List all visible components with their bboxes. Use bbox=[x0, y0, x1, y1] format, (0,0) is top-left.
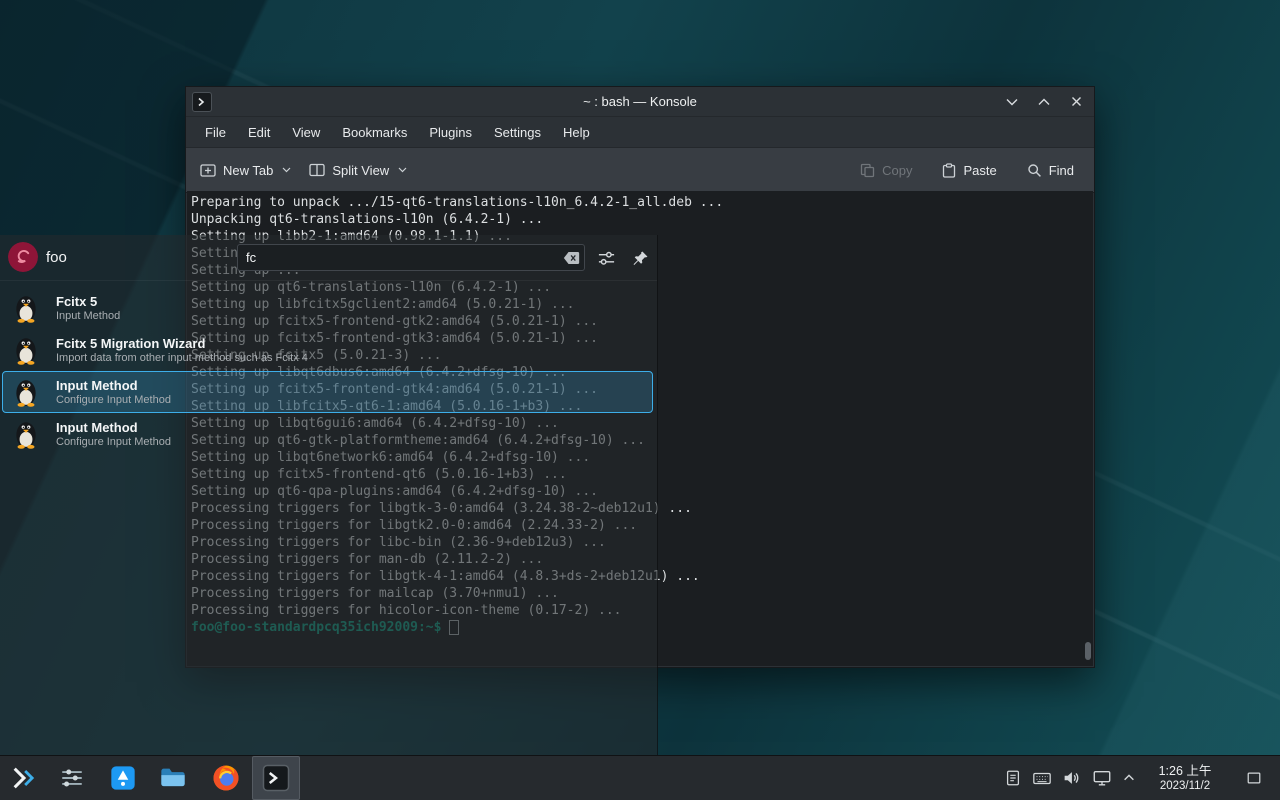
launcher-result-item[interactable]: Input Method Configure Input Method bbox=[2, 413, 653, 455]
terminal-scrollbar-thumb[interactable] bbox=[1085, 642, 1091, 660]
menu-item[interactable]: File bbox=[194, 120, 237, 145]
user-avatar[interactable] bbox=[8, 242, 38, 272]
window-title: ~ : bash — Konsole bbox=[583, 94, 697, 109]
result-title: Fcitx 5 bbox=[56, 294, 120, 309]
paste-button[interactable]: Paste bbox=[942, 163, 996, 178]
window-titlebar[interactable]: ~ : bash — Konsole bbox=[186, 87, 1094, 117]
display-button[interactable] bbox=[1088, 756, 1116, 800]
minimize-icon[interactable] bbox=[1004, 94, 1020, 110]
copy-label: Copy bbox=[882, 163, 912, 178]
volume-icon bbox=[1061, 768, 1081, 788]
notifications-icon bbox=[1004, 769, 1022, 787]
konsole-window-icon bbox=[192, 92, 212, 112]
screen: ~ : bash — Konsole File Edit View bbox=[0, 0, 1280, 800]
konsole-icon bbox=[261, 763, 291, 793]
result-subtitle: Input Method bbox=[56, 310, 120, 323]
chevron-down-icon bbox=[398, 167, 407, 173]
result-title: Fcitx 5 Migration Wizard bbox=[56, 336, 308, 351]
result-subtitle: Configure Input Method bbox=[56, 436, 171, 449]
split-view-label: Split View bbox=[332, 163, 389, 178]
menu-item[interactable]: Help bbox=[552, 120, 601, 145]
clear-text-icon[interactable] bbox=[563, 249, 580, 266]
split-view-icon bbox=[309, 163, 325, 177]
firefox-icon bbox=[211, 763, 241, 793]
search-input[interactable] bbox=[237, 244, 585, 271]
keyboard-button[interactable] bbox=[1028, 756, 1056, 800]
tux-linux-icon bbox=[13, 293, 39, 323]
tux-linux-icon bbox=[13, 419, 39, 449]
new-tab-icon bbox=[200, 163, 216, 177]
copy-button: Copy bbox=[860, 163, 912, 178]
keyboard-icon bbox=[1032, 768, 1052, 788]
firefox-button[interactable] bbox=[204, 756, 248, 800]
menu-item[interactable]: Bookmarks bbox=[331, 120, 418, 145]
software-center-icon bbox=[109, 764, 137, 792]
tux-linux-icon bbox=[13, 335, 39, 365]
maximize-icon[interactable] bbox=[1036, 94, 1052, 110]
debian-swirl-icon bbox=[8, 242, 38, 272]
split-view-button[interactable]: Split View bbox=[309, 163, 407, 178]
task-manager-settings-button[interactable] bbox=[52, 756, 92, 800]
user-name: foo bbox=[46, 235, 67, 280]
toolbar: New Tab Split View Copy bbox=[186, 148, 1094, 193]
close-icon[interactable] bbox=[1068, 94, 1084, 110]
clock-time: 1:26 上午 bbox=[1159, 764, 1212, 779]
file-manager-icon bbox=[159, 764, 187, 792]
result-subtitle: Configure Input Method bbox=[56, 394, 171, 407]
terminal-output-line: Preparing to unpack .../15-qt6-translati… bbox=[191, 194, 1089, 211]
software-center-button[interactable] bbox=[102, 756, 144, 800]
expand-tray-icon bbox=[1122, 771, 1136, 785]
clock-date: 2023/11/2 bbox=[1160, 779, 1210, 793]
display-icon bbox=[1092, 768, 1112, 788]
show-desktop-button[interactable] bbox=[1238, 756, 1270, 800]
application-launcher-icon bbox=[10, 764, 38, 792]
digital-clock[interactable]: 1:26 上午 2023/11/2 bbox=[1142, 756, 1228, 800]
result-title: Input Method bbox=[56, 378, 171, 393]
volume-button[interactable] bbox=[1058, 756, 1084, 800]
copy-icon bbox=[860, 163, 875, 178]
file-manager-button[interactable] bbox=[152, 756, 194, 800]
tune-icon[interactable] bbox=[596, 248, 616, 268]
menu-item[interactable]: Settings bbox=[483, 120, 552, 145]
new-tab-label: New Tab bbox=[223, 163, 273, 178]
application-launcher-button[interactable] bbox=[2, 756, 46, 800]
tux-linux-icon bbox=[13, 377, 39, 407]
launcher-header: foo bbox=[0, 235, 657, 281]
launcher-search bbox=[237, 244, 585, 271]
find-button[interactable]: Find bbox=[1027, 163, 1074, 178]
menu-item[interactable]: Plugins bbox=[418, 120, 483, 145]
task-manager-settings-icon bbox=[59, 765, 85, 791]
konsole-task-button[interactable] bbox=[252, 756, 300, 800]
result-title: Input Method bbox=[56, 420, 171, 435]
launcher-results: Fcitx 5 Input Method Fcitx 5 Migration W… bbox=[2, 287, 653, 455]
chevron-down-icon bbox=[282, 167, 291, 173]
taskbar-panel: 1:26 上午 2023/11/2 bbox=[0, 755, 1280, 800]
find-icon bbox=[1027, 163, 1042, 178]
menu-item[interactable]: Edit bbox=[237, 120, 281, 145]
launcher-result-item[interactable]: Fcitx 5 Input Method bbox=[2, 287, 653, 329]
launcher-result-item[interactable]: Input Method Configure Input Method bbox=[2, 371, 653, 413]
paste-icon bbox=[942, 163, 956, 178]
notifications-button[interactable] bbox=[1000, 756, 1026, 800]
result-subtitle: Import data from other input method such… bbox=[56, 352, 308, 365]
new-tab-button[interactable]: New Tab bbox=[200, 163, 291, 178]
menu-bar: File Edit View Bookmarks Plugins Setting… bbox=[186, 117, 1094, 148]
expand-tray-button[interactable] bbox=[1118, 756, 1140, 800]
find-label: Find bbox=[1049, 163, 1074, 178]
application-launcher: foo bbox=[0, 235, 658, 755]
terminal-output-line: Unpacking qt6-translations-l10n (6.4.2-1… bbox=[191, 211, 1089, 228]
launcher-result-item[interactable]: Fcitx 5 Migration Wizard Import data fro… bbox=[2, 329, 653, 371]
pin-icon[interactable] bbox=[630, 248, 650, 268]
menu-item[interactable]: View bbox=[281, 120, 331, 145]
paste-label: Paste bbox=[963, 163, 996, 178]
show-desktop-icon bbox=[1246, 770, 1262, 786]
